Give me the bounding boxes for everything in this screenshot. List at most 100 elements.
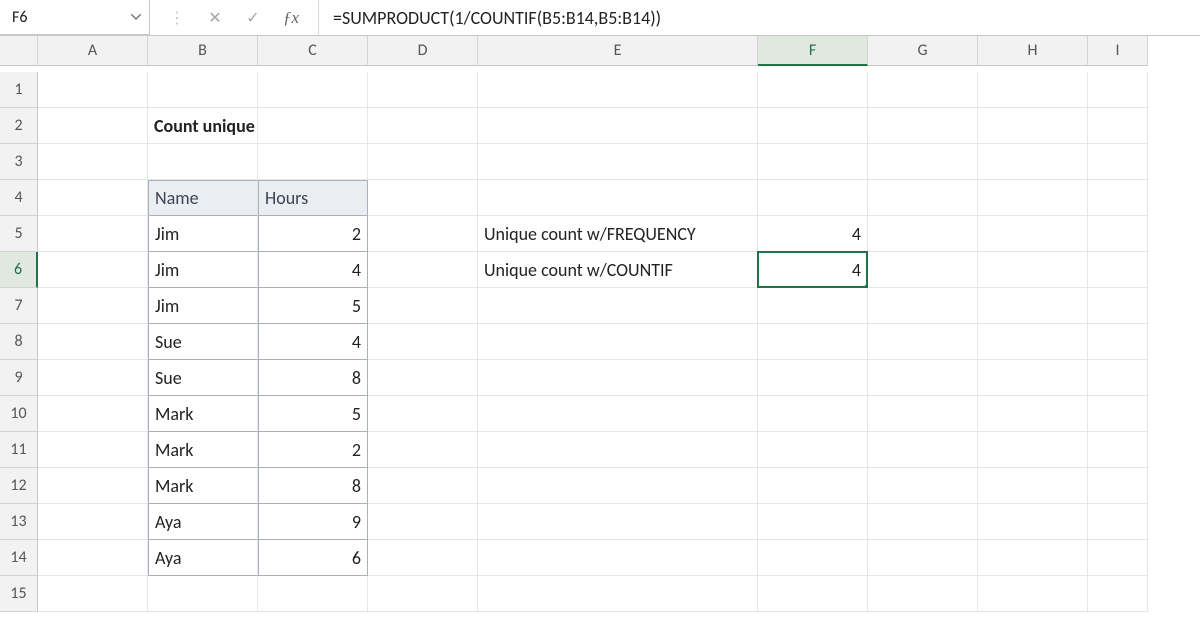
cell-C12[interactable]: 8 [258,468,368,504]
cell-F15[interactable] [758,576,868,612]
cell-F6[interactable]: 4 [758,252,868,288]
cell-C4[interactable]: Hours [258,180,368,216]
cell-H3[interactable] [978,144,1088,180]
cell-A14[interactable] [38,540,148,576]
cell-C2[interactable] [258,108,368,144]
cell-A8[interactable] [38,324,148,360]
cell-A6[interactable] [38,252,148,288]
cell-D15[interactable] [368,576,478,612]
cell-H7[interactable] [978,288,1088,324]
cell-I13[interactable] [1088,504,1148,540]
select-all-corner[interactable] [0,36,38,66]
cell-F8[interactable] [758,324,868,360]
cell-F3[interactable] [758,144,868,180]
cell-H10[interactable] [978,396,1088,432]
cell-I9[interactable] [1088,360,1148,396]
cell-D11[interactable] [368,432,478,468]
row-header-14[interactable]: 14 [0,540,38,576]
cell-E5[interactable]: Unique count w/FREQUENCY [478,216,758,252]
cell-H15[interactable] [978,576,1088,612]
cell-H2[interactable] [978,108,1088,144]
cell-C1[interactable] [258,72,368,108]
cell-C7[interactable]: 5 [258,288,368,324]
cell-F10[interactable] [758,396,868,432]
cell-H4[interactable] [978,180,1088,216]
cell-E12[interactable] [478,468,758,504]
cell-G7[interactable] [868,288,978,324]
cell-A11[interactable] [38,432,148,468]
cell-B11[interactable]: Mark [148,432,258,468]
cell-E14[interactable] [478,540,758,576]
cell-E6[interactable]: Unique count w/COUNTIF [478,252,758,288]
cell-B12[interactable]: Mark [148,468,258,504]
cell-G13[interactable] [868,504,978,540]
cell-I3[interactable] [1088,144,1148,180]
cell-C13[interactable]: 9 [258,504,368,540]
row-header-4[interactable]: 4 [0,180,38,216]
row-header-15[interactable]: 15 [0,576,38,612]
cell-D7[interactable] [368,288,478,324]
column-header-D[interactable]: D [368,36,478,66]
cell-I15[interactable] [1088,576,1148,612]
cell-A3[interactable] [38,144,148,180]
cell-D4[interactable] [368,180,478,216]
cell-B8[interactable]: Sue [148,324,258,360]
cell-G3[interactable] [868,144,978,180]
cell-G15[interactable] [868,576,978,612]
cell-E7[interactable] [478,288,758,324]
cell-C9[interactable]: 8 [258,360,368,396]
cell-E4[interactable] [478,180,758,216]
cell-E1[interactable] [478,72,758,108]
cell-B9[interactable]: Sue [148,360,258,396]
cell-F14[interactable] [758,540,868,576]
cell-G10[interactable] [868,396,978,432]
cell-C14[interactable]: 6 [258,540,368,576]
cell-I8[interactable] [1088,324,1148,360]
cell-H11[interactable] [978,432,1088,468]
cell-H5[interactable] [978,216,1088,252]
cell-F4[interactable] [758,180,868,216]
cell-B2[interactable]: Count unique text values [148,108,258,144]
cell-A4[interactable] [38,180,148,216]
cell-F9[interactable] [758,360,868,396]
cell-E9[interactable] [478,360,758,396]
cell-H9[interactable] [978,360,1088,396]
cell-B3[interactable] [148,144,258,180]
row-header-10[interactable]: 10 [0,396,38,432]
column-header-E[interactable]: E [478,36,758,66]
cell-A9[interactable] [38,360,148,396]
cell-D13[interactable] [368,504,478,540]
cell-A2[interactable] [38,108,148,144]
cell-C10[interactable]: 5 [258,396,368,432]
column-header-H[interactable]: H [978,36,1088,66]
column-header-G[interactable]: G [868,36,978,66]
name-box[interactable]: F6 [0,0,150,35]
cell-E13[interactable] [478,504,758,540]
cell-E3[interactable] [478,144,758,180]
row-header-13[interactable]: 13 [0,504,38,540]
row-header-8[interactable]: 8 [0,324,38,360]
cell-B14[interactable]: Aya [148,540,258,576]
cell-D10[interactable] [368,396,478,432]
cell-H6[interactable] [978,252,1088,288]
cell-C3[interactable] [258,144,368,180]
cell-I1[interactable] [1088,72,1148,108]
row-header-9[interactable]: 9 [0,360,38,396]
cell-E8[interactable] [478,324,758,360]
cell-H1[interactable] [978,72,1088,108]
cell-G8[interactable] [868,324,978,360]
cell-B1[interactable] [148,72,258,108]
cell-E15[interactable] [478,576,758,612]
cell-F5[interactable]: 4 [758,216,868,252]
cell-A12[interactable] [38,468,148,504]
formula-input[interactable]: =SUMPRODUCT(1/COUNTIF(B5:B14,B5:B14)) [319,0,1200,35]
cancel-icon[interactable]: ✕ [206,8,224,28]
column-header-C[interactable]: C [258,36,368,66]
cell-C6[interactable]: 4 [258,252,368,288]
column-header-A[interactable]: A [38,36,148,66]
cell-B10[interactable]: Mark [148,396,258,432]
cell-A13[interactable] [38,504,148,540]
cell-F12[interactable] [758,468,868,504]
cell-H8[interactable] [978,324,1088,360]
cell-D3[interactable] [368,144,478,180]
